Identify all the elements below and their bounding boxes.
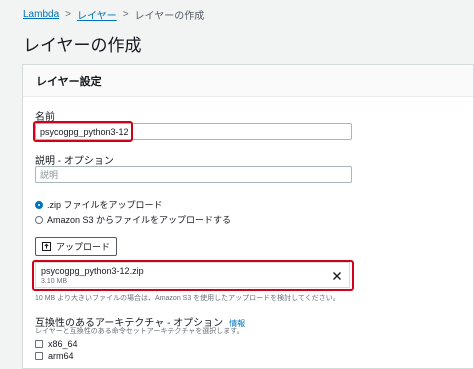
size-hint: 10 MB より大きいファイルの場合は、Amazon S3 を使用したアップロー…: [35, 295, 340, 302]
file-name: psycogpg_python3-12.zip: [41, 266, 144, 276]
description-input[interactable]: [35, 166, 352, 183]
architecture-hint: レイヤーと互換性のある命令セットアーキテクチャを選択します。: [35, 328, 244, 335]
breadcrumb-lambda[interactable]: Lambda: [23, 9, 59, 20]
checkbox-icon[interactable]: [35, 352, 43, 360]
radio-s3-upload[interactable]: Amazon S3 からファイルをアップロードする: [35, 213, 231, 226]
radio-unchecked-icon[interactable]: [35, 215, 43, 224]
checkbox-x86-label: x86_64: [48, 339, 78, 349]
breadcrumb-layers[interactable]: レイヤー: [77, 7, 117, 22]
file-size: 3.10 MB: [41, 278, 68, 285]
description-label: 説明 - オプション: [35, 156, 114, 167]
radio-s3-label: Amazon S3 からファイルをアップロードする: [47, 215, 232, 225]
checkbox-arm-label: arm64: [48, 351, 74, 361]
layer-name-input[interactable]: [35, 123, 352, 140]
chevron-right-icon: >: [65, 9, 71, 20]
chevron-right-icon: >: [122, 9, 129, 20]
upload-button-label: アップロード: [55, 242, 110, 252]
upload-button[interactable]: アップロード: [35, 237, 117, 256]
selected-file: psycogpg_python3-12.zip 3.10 MB: [35, 262, 350, 288]
panel-header: レイヤー設定: [23, 65, 473, 97]
upload-icon: [41, 242, 51, 251]
page-title: レイヤーの作成: [23, 36, 142, 55]
breadcrumb-current: レイヤーの作成: [134, 11, 205, 22]
close-icon[interactable]: [332, 268, 342, 280]
name-label: 名前: [35, 112, 55, 123]
layer-settings-panel: レイヤー設定 名前 説明 - オプション .zip ファイルをアップロード Am…: [22, 64, 474, 369]
breadcrumb: Lambda > レイヤー > レイヤーの作成: [23, 7, 204, 22]
radio-checked-icon[interactable]: [35, 200, 43, 209]
radio-zip-label: .zip ファイルをアップロード: [47, 200, 163, 210]
radio-zip-upload[interactable]: .zip ファイルをアップロード: [35, 198, 163, 211]
checkbox-icon[interactable]: [35, 340, 43, 348]
checkbox-arm64[interactable]: arm64: [35, 351, 74, 361]
checkbox-x86-64[interactable]: x86_64: [35, 339, 78, 349]
